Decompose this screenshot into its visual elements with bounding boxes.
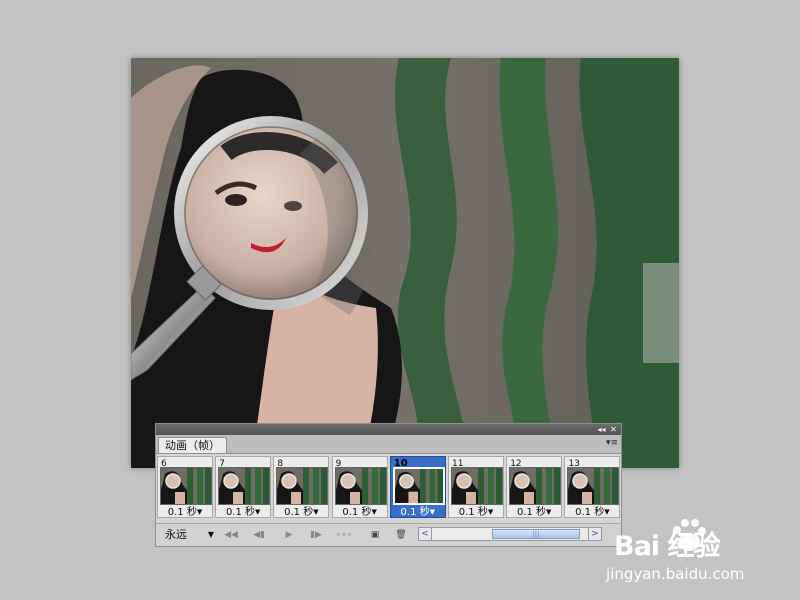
play-icon[interactable]: ▶ xyxy=(282,528,296,542)
watermark-logo-text: Bai 经验 xyxy=(614,531,720,562)
frame-cell[interactable]: 12 0.1 秒▼ xyxy=(506,456,563,518)
panel-menu-icon[interactable]: ▾≡ xyxy=(606,438,618,449)
frame-cell[interactable]: 10 0.1 秒▼ xyxy=(389,456,446,518)
frame-delay-select[interactable]: 0.1 秒▼ xyxy=(333,506,387,518)
frame-delay-value: 0.1 秒 xyxy=(516,507,547,518)
frame-cell[interactable]: 6 0.1 秒▼ xyxy=(157,456,213,518)
frame-delay-value: 0.1 秒 xyxy=(400,507,430,518)
frame-delay-value: 0.1 秒 xyxy=(342,507,372,518)
previous-frame-icon[interactable]: ◀▮ xyxy=(249,528,269,542)
tween-icon[interactable]: ∘∘∘ xyxy=(334,528,354,542)
frame-delay-select[interactable]: 0.1 秒▼ xyxy=(449,506,503,518)
frame-thumbnail xyxy=(567,467,620,505)
document-canvas[interactable] xyxy=(131,58,679,468)
frame-thumbnail xyxy=(218,467,271,505)
frame-cell[interactable]: 7 0.1 秒▼ xyxy=(215,456,272,518)
watermark-url: jingyan.baidu.com xyxy=(606,565,745,583)
scroll-left-button[interactable]: < xyxy=(418,527,432,541)
frame-thumbnail xyxy=(509,467,562,505)
panel-title-bar[interactable]: ◂◂ ✕ xyxy=(156,424,621,435)
frame-thumbnail xyxy=(334,467,387,505)
scroll-thumb[interactable]: ||| xyxy=(492,529,580,539)
chevron-down-icon: ▼ xyxy=(207,530,214,539)
frame-delay-value: 0.1 秒 xyxy=(284,507,314,518)
first-frame-icon[interactable]: ◀◀ xyxy=(221,528,241,542)
chevron-down-icon: ▼ xyxy=(487,508,494,516)
frame-cell[interactable]: 9 0.1 秒▼ xyxy=(331,456,388,518)
panel-tab-strip: 动画（帧） ▾≡ xyxy=(156,435,621,454)
frame-number: 11 xyxy=(452,459,464,469)
frame-delay-value: 0.1 秒 xyxy=(167,507,197,518)
frame-number: 12 xyxy=(510,459,522,469)
chevron-down-icon: ▼ xyxy=(429,508,436,516)
frame-number: 9 xyxy=(335,459,342,469)
collapse-panel-button[interactable]: ◂◂ xyxy=(596,424,607,435)
frame-thumbnail xyxy=(160,467,212,505)
frame-number: 6 xyxy=(161,459,167,469)
frame-number: 10 xyxy=(393,458,408,469)
delete-frame-icon[interactable]: 🗑 xyxy=(394,528,408,542)
frame-number: 7 xyxy=(219,459,225,469)
frame-scrollbar[interactable]: ||| xyxy=(432,527,588,541)
close-panel-button[interactable]: ✕ xyxy=(608,424,619,435)
frame-delay-select[interactable]: 0.1 秒▼ xyxy=(158,506,212,518)
frame-cell[interactable]: 8 0.1 秒▼ xyxy=(273,456,330,518)
frame-delay-select[interactable]: 0.1 秒▼ xyxy=(216,506,270,518)
photo xyxy=(131,58,679,468)
frame-delay-select[interactable]: 0.1 秒▼ xyxy=(507,506,561,518)
chevron-down-icon: ▼ xyxy=(371,508,377,516)
loop-option-value: 永远 xyxy=(165,528,187,541)
frame-cell[interactable]: 13 0.1 秒▼ xyxy=(564,456,621,518)
frame-thumbnail xyxy=(276,467,329,505)
new-frame-icon[interactable]: ▣ xyxy=(368,528,382,542)
animation-toolbar: 永远 ▼ ◀◀ ◀▮ ▶ ▮▶ ∘∘∘ ▣ 🗑 < ||| > xyxy=(156,523,621,546)
frame-delay-select[interactable]: 0.1 秒▼ xyxy=(274,506,328,518)
next-frame-icon[interactable]: ▮▶ xyxy=(306,528,326,542)
frame-number: 13 xyxy=(568,459,580,469)
frame-thumbnail xyxy=(451,467,503,505)
loop-options-select[interactable]: 永远 ▼ xyxy=(159,527,216,542)
chevron-down-icon: ▼ xyxy=(196,508,203,516)
animation-panel: ◂◂ ✕ 动画（帧） ▾≡ 6 0.1 秒▼ 7 0.1 秒▼ 8 0.1 秒▼ 9 0.1 … xyxy=(155,423,622,547)
baidu-jingyan-watermark: Bai 经验 jingyan.baidu.com xyxy=(606,510,786,590)
frame-delay-value: 0.1 秒 xyxy=(225,507,256,518)
frame-cell[interactable]: 11 0.1 秒▼ xyxy=(448,456,504,518)
chevron-down-icon: ▼ xyxy=(313,508,319,516)
frame-delay-select[interactable]: 0.1 秒▼ xyxy=(391,506,445,518)
chevron-down-icon: ▼ xyxy=(255,508,261,516)
frame-thumbnail xyxy=(392,467,445,505)
chevron-down-icon: ▼ xyxy=(546,508,552,516)
frame-strip: 6 0.1 秒▼ 7 0.1 秒▼ 8 0.1 秒▼ 9 0.1 秒▼ 10 0.1 秒▼ 11 0.… xyxy=(157,456,622,520)
frame-number: 8 xyxy=(277,459,284,469)
frame-delay-value: 0.1 秒 xyxy=(575,507,605,518)
tab-animation-frames[interactable]: 动画（帧） xyxy=(158,437,227,453)
scroll-right-button[interactable]: > xyxy=(588,527,602,541)
frame-delay-value: 0.1 秒 xyxy=(458,507,488,518)
